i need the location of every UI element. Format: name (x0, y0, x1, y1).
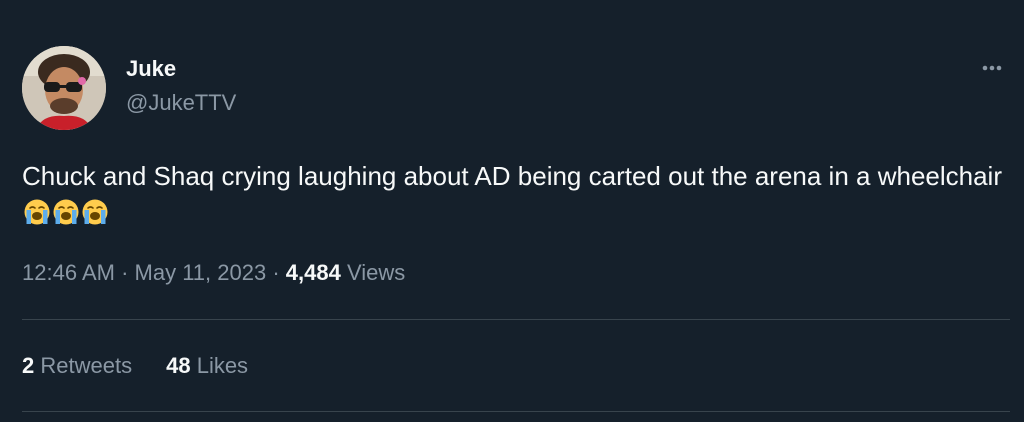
meta-separator: · (121, 260, 129, 285)
tweet-text-container: Chuck and Shaq crying laughing about AD … (22, 158, 1002, 230)
likes-count: 48 (166, 353, 191, 378)
retweets-link[interactable]: 2 Retweets (22, 352, 132, 380)
tweet: Juke @JukeTTV Chuck and Shaq crying laug… (0, 0, 1024, 422)
retweets-label: Retweets (40, 353, 133, 378)
tweet-time[interactable]: 12:46 AM (22, 260, 115, 285)
likes-label: Likes (196, 353, 249, 378)
tweet-meta: 12:46 AM · May 11, 2023 · 4,484 Views (22, 259, 405, 287)
author-handle[interactable]: @JukeTTV (126, 90, 236, 116)
divider (22, 319, 1010, 320)
retweets-count: 2 (22, 353, 35, 378)
loudly-crying-face-emoji (52, 198, 80, 226)
divider (22, 411, 1010, 412)
views-count: 4,484 (285, 260, 341, 285)
author-name[interactable]: Juke (126, 56, 176, 82)
meta-separator: · (272, 260, 280, 285)
loudly-crying-face-emoji (81, 198, 109, 226)
avatar-image (22, 46, 106, 130)
more-options-icon[interactable] (976, 58, 1008, 78)
likes-link[interactable]: 48 Likes (166, 352, 248, 380)
engagement-stats: 2 Retweets 48 Likes (22, 352, 248, 380)
views-label: Views (346, 260, 406, 285)
avatar[interactable] (22, 46, 106, 130)
tweet-date[interactable]: May 11, 2023 (135, 260, 267, 285)
loudly-crying-face-emoji (23, 198, 51, 226)
tweet-text: Chuck and Shaq crying laughing about AD … (22, 161, 1002, 191)
